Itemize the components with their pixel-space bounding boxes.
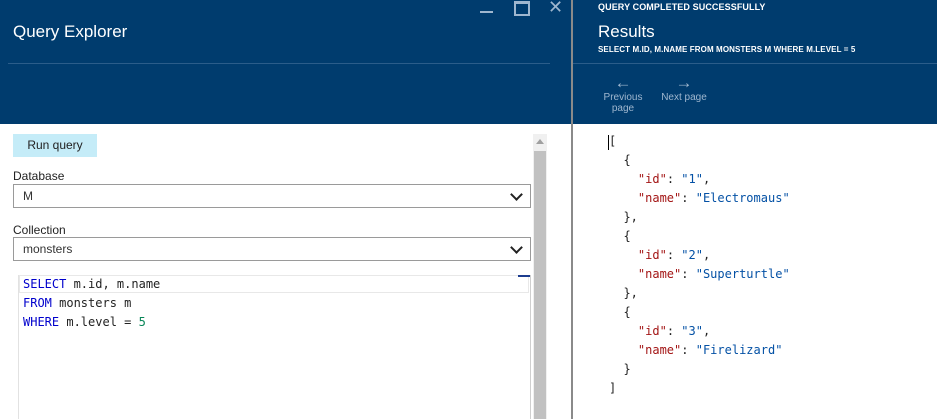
json-line: "name": "Superturtle": [637, 267, 790, 281]
scrollbar-thumb[interactable]: [534, 151, 546, 419]
previous-page-button[interactable]: ← Previous page: [601, 73, 645, 115]
results-blade: QUERY COMPLETED SUCCESSFULLY Results SEL…: [573, 0, 937, 419]
query-explorer-blade: ✕ Query Explorer Run query Database M Co…: [0, 0, 571, 419]
json-brace: }: [609, 362, 631, 376]
scroll-up-icon[interactable]: [536, 139, 544, 144]
status-text: QUERY COMPLETED SUCCESSFULLY: [598, 2, 766, 12]
arrow-left-icon: ←: [614, 73, 632, 92]
query-line: SELECT m.id, m.name: [23, 277, 161, 291]
query-line: WHERE m.level = 5: [23, 315, 146, 329]
maximize-icon[interactable]: [514, 1, 530, 16]
json-bracket: [: [609, 134, 617, 148]
run-query-button[interactable]: Run query: [13, 134, 97, 157]
arrow-right-icon: →: [675, 73, 693, 92]
json-bracket: ]: [609, 381, 617, 395]
header-divider: [573, 63, 937, 64]
results-header: QUERY COMPLETED SUCCESSFULLY Results SEL…: [573, 0, 937, 124]
database-select[interactable]: M: [13, 184, 531, 208]
chevron-down-icon: [510, 188, 523, 201]
minimize-icon[interactable]: [480, 0, 494, 14]
json-brace: {: [609, 229, 631, 243]
json-brace: {: [609, 153, 631, 167]
collection-select-value: monsters: [23, 242, 73, 256]
json-line: "id": "3",: [637, 324, 711, 338]
query-text: SELECT M.ID, M.NAME FROM MONSTERS M WHER…: [598, 45, 856, 54]
collection-label: Collection: [13, 223, 66, 237]
query-editor[interactable]: SELECT m.id, m.name FROM monsters m WHER…: [18, 275, 531, 419]
results-title: Results: [598, 22, 655, 41]
json-brace: },: [609, 210, 638, 224]
next-page-button[interactable]: → Next page: [658, 73, 710, 104]
query-explorer-header: ✕ Query Explorer: [0, 0, 571, 124]
database-label: Database: [13, 169, 65, 183]
json-line: "name": "Electromaus": [637, 191, 790, 205]
collection-select[interactable]: monsters: [13, 237, 531, 261]
json-line: "name": "Firelizard": [637, 343, 783, 357]
json-line: "id": "1",: [637, 172, 711, 186]
json-line: "id": "2",: [637, 248, 711, 262]
query-line: FROM monsters m: [23, 296, 132, 310]
editor-scroll-marker: [518, 275, 530, 277]
close-icon[interactable]: ✕: [548, 0, 563, 16]
page-title: Query Explorer: [13, 22, 128, 41]
chevron-down-icon: [510, 241, 523, 254]
header-divider: [8, 63, 550, 64]
json-brace: },: [609, 286, 638, 300]
scrollbar[interactable]: [533, 134, 547, 419]
json-brace: {: [609, 305, 631, 319]
database-select-value: M: [23, 189, 33, 203]
